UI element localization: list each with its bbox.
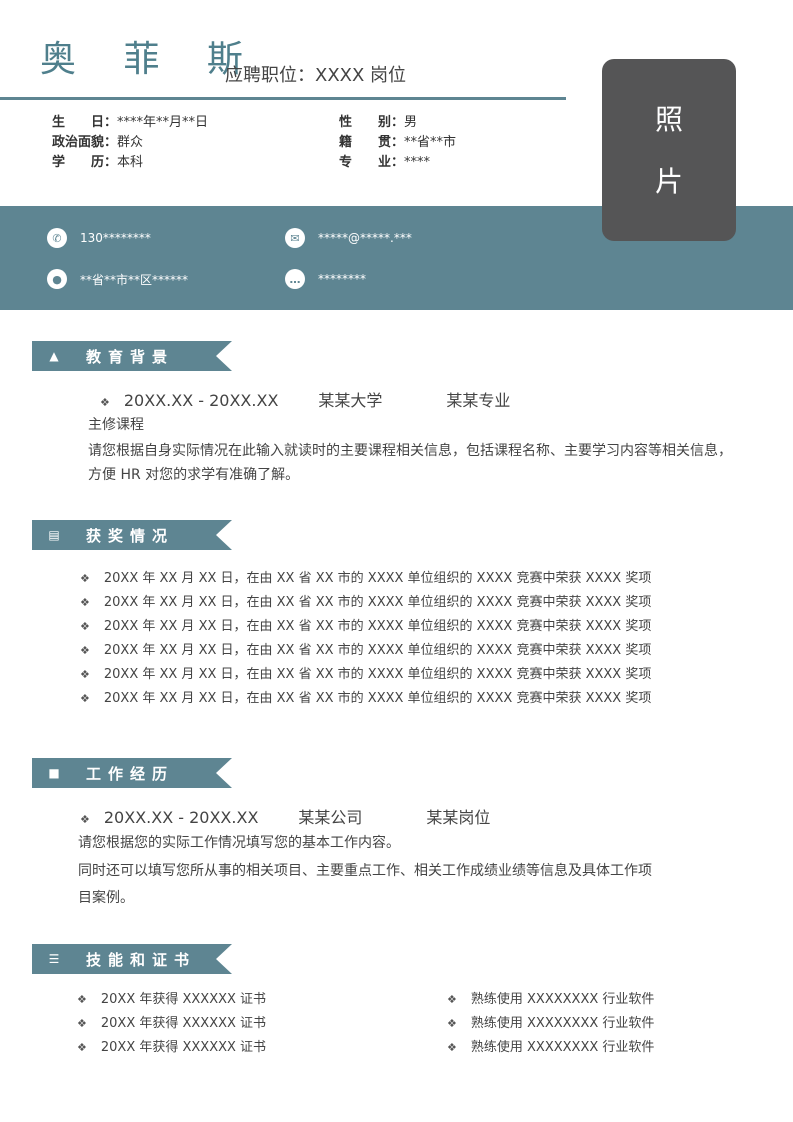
briefcase-icon: ■ xyxy=(48,766,60,780)
cert-item: ❖ 20XX 年获得 XXXXXX 证书 xyxy=(77,1040,267,1055)
award-item: ❖ 20XX 年 XX 月 XX 日，在由 XX 省 XX 市的 XXXX 单位组… xyxy=(80,643,652,658)
diamond-bullet-icon: ❖ xyxy=(447,993,457,1006)
work-desc-3: 目案例。 xyxy=(78,890,134,906)
cert-item: ❖ 20XX 年获得 XXXXXX 证书 xyxy=(77,1016,267,1031)
graduation-cap-icon: ▲ xyxy=(49,349,59,363)
photo-label-2: 片 xyxy=(654,165,683,198)
software-item: ❖ 熟练使用 XXXXXXXX 行业软件 xyxy=(447,1040,655,1055)
location-icon: ● xyxy=(47,269,67,289)
diamond-bullet-icon: ❖ xyxy=(80,692,90,705)
work-row: ❖ 20XX.XX - 20XX.XX 某某公司 某某岗位 xyxy=(80,808,491,827)
diamond-bullet-icon: ❖ xyxy=(447,1017,457,1030)
info-gender: 性 别：男 xyxy=(339,115,418,130)
diamond-bullet-icon: ❖ xyxy=(100,396,110,409)
diamond-bullet-icon: ❖ xyxy=(80,668,90,681)
cert-item: ❖ 20XX 年获得 XXXXXX 证书 xyxy=(77,992,267,1007)
badge-icon: ☰ xyxy=(48,952,60,966)
software-item: ❖ 熟练使用 XXXXXXXX 行业软件 xyxy=(447,992,655,1007)
section-header-skills: ☰ 技能和证书 xyxy=(32,944,232,974)
education-row: ❖ 20XX.XX - 20XX.XX 某某大学 某某专业 xyxy=(100,391,511,410)
section-title-work: 工作经历 xyxy=(86,765,175,783)
award-item: ❖ 20XX 年 XX 月 XX 日，在由 XX 省 XX 市的 XXXX 单位组… xyxy=(80,571,652,586)
info-major: 专 业：**** xyxy=(339,155,431,170)
contact-phone[interactable]: ✆ 130******** xyxy=(47,228,151,248)
diamond-bullet-icon: ❖ xyxy=(80,572,90,585)
chat-icon: … xyxy=(285,269,305,289)
contact-email[interactable]: ✉ *****@*****.*** xyxy=(285,228,412,248)
diamond-bullet-icon: ❖ xyxy=(80,620,90,633)
diamond-bullet-icon: ❖ xyxy=(77,1041,87,1054)
section-title-education: 教育背景 xyxy=(86,348,175,366)
contact-address: ● **省**市**区****** xyxy=(47,269,188,289)
award-item: ❖ 20XX 年 XX 月 XX 日，在由 XX 省 XX 市的 XXXX 单位组… xyxy=(80,691,652,706)
diamond-bullet-icon: ❖ xyxy=(80,813,90,826)
courses-label: 主修课程 xyxy=(88,417,144,433)
info-birthday: 生 日：****年**月**日 xyxy=(52,115,209,130)
section-header-awards: ▤ 获奖情况 xyxy=(32,520,232,550)
software-item: ❖ 熟练使用 XXXXXXXX 行业软件 xyxy=(447,1016,655,1031)
diamond-bullet-icon: ❖ xyxy=(447,1041,457,1054)
contact-chat[interactable]: … ******** xyxy=(285,269,366,289)
section-title-awards: 获奖情况 xyxy=(86,527,175,545)
diamond-bullet-icon: ❖ xyxy=(77,1017,87,1030)
phone-icon: ✆ xyxy=(47,228,67,248)
photo-placeholder[interactable]: 照 片 xyxy=(602,59,736,241)
award-item: ❖ 20XX 年 XX 月 XX 日，在由 XX 省 XX 市的 XXXX 单位组… xyxy=(80,667,652,682)
section-header-education: ▲ 教育背景 xyxy=(32,341,232,371)
info-education: 学 历：本科 xyxy=(52,155,144,170)
award-item: ❖ 20XX 年 XX 月 XX 日，在由 XX 省 XX 市的 XXXX 单位组… xyxy=(80,595,652,610)
work-desc-2: 同时还可以填写您所从事的相关项目、主要重点工作、相关工作成绩业绩等信息及具体工作… xyxy=(78,863,652,879)
diamond-bullet-icon: ❖ xyxy=(77,993,87,1006)
info-political: 政治面貌：群众 xyxy=(52,135,144,150)
diamond-bullet-icon: ❖ xyxy=(80,644,90,657)
diamond-bullet-icon: ❖ xyxy=(80,596,90,609)
photo-label-1: 照 xyxy=(654,103,683,136)
info-native: 籍 贯：**省**市 xyxy=(339,135,457,150)
applied-position: 应聘职位：XXXX 岗位 xyxy=(225,65,407,86)
section-header-work: ■ 工作经历 xyxy=(32,758,232,788)
education-desc-1: 请您根据自身实际情况在此输入就读时的主要课程相关信息，包括课程名称、主要学习内容… xyxy=(88,443,732,459)
info-left: 生 日：****年**月**日 政治面貌：群众 学 历：本科 xyxy=(52,113,208,173)
info-right: 性 别：男 籍 贯：**省**市 专 业：**** xyxy=(339,113,456,173)
section-title-skills: 技能和证书 xyxy=(86,951,197,969)
education-desc-2: 方便 HR 对您的求学有准确了解。 xyxy=(88,467,300,483)
mail-icon: ✉ xyxy=(285,228,305,248)
award-item: ❖ 20XX 年 XX 月 XX 日，在由 XX 省 XX 市的 XXXX 单位组… xyxy=(80,619,652,634)
work-desc-1: 请您根据您的实际工作情况填写您的基本工作内容。 xyxy=(78,835,400,851)
header-divider xyxy=(0,97,566,100)
certificate-icon: ▤ xyxy=(48,528,60,542)
